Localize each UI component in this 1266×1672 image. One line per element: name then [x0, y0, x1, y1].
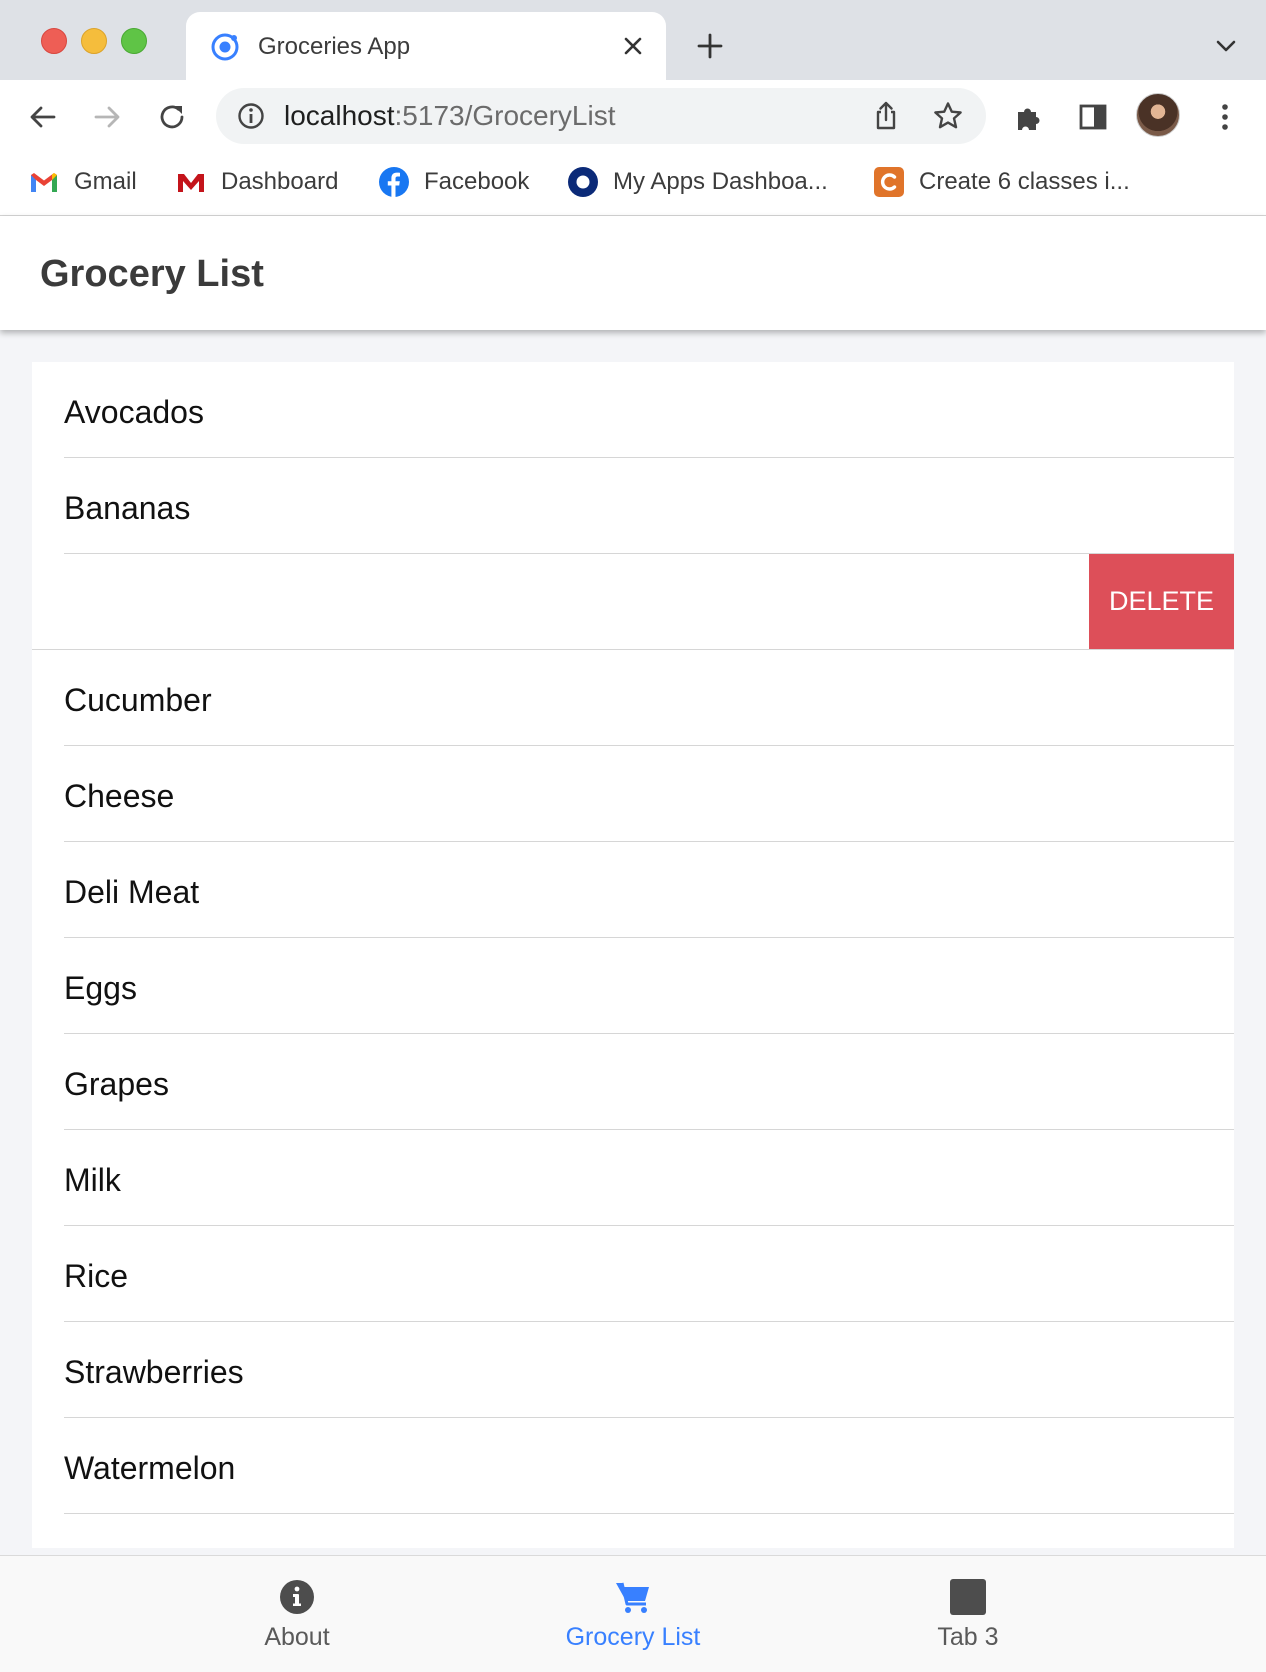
tab-strip: Groceries App: [0, 0, 1266, 80]
content-area: Avocados Bananas DELETE Cucumber Cheese …: [0, 330, 1266, 1555]
tab-grocery-list[interactable]: Grocery List: [533, 1556, 733, 1666]
bookmark-facebook[interactable]: Facebook: [378, 162, 529, 202]
list-item[interactable]: Eggs: [32, 938, 1234, 1034]
bookmark-label: Gmail: [74, 168, 137, 195]
tab-about[interactable]: About: [197, 1556, 397, 1666]
item-label: Milk: [64, 1162, 121, 1198]
list-item-swiped[interactable]: DELETE: [32, 554, 1234, 650]
url-path: :5173/GroceryList: [394, 100, 616, 131]
bookmark-label: Create 6 classes i...: [919, 168, 1130, 195]
tab-label: Tab 3: [937, 1623, 999, 1651]
tab-title: Groceries App: [258, 33, 411, 60]
list-item[interactable]: Cheese: [32, 746, 1234, 842]
item-label: Grapes: [64, 1066, 169, 1102]
maximize-window-button[interactable]: [121, 28, 147, 54]
browser-tab[interactable]: Groceries App: [186, 12, 666, 80]
item-label: Rice: [64, 1258, 129, 1294]
cart-icon: [616, 1582, 649, 1613]
info-icon: [280, 1580, 314, 1614]
item-label: Cheese: [64, 778, 175, 814]
page-title: Grocery List: [40, 253, 264, 295]
list-item[interactable]: Avocados: [32, 362, 1234, 458]
back-arrow-icon[interactable]: [26, 100, 60, 134]
new-tab-icon[interactable]: [694, 30, 726, 62]
item-label: Bananas: [64, 490, 191, 526]
url-text[interactable]: localhost:5173/GroceryList: [284, 101, 616, 131]
list-item[interactable]: Deli Meat: [32, 842, 1234, 938]
close-window-button[interactable]: [41, 28, 67, 54]
tab-label: About: [264, 1623, 330, 1651]
bookmarks-bar: Gmail Dashboard Facebook My Apps Dashboa…: [0, 152, 1266, 216]
chevron-down-icon[interactable]: [1212, 34, 1240, 58]
grocery-list: Avocados Bananas DELETE Cucumber Cheese …: [32, 362, 1234, 1548]
myapps-icon: [568, 167, 598, 197]
address-bar[interactable]: localhost:5173/GroceryList: [216, 88, 986, 144]
bookmark-myapps[interactable]: My Apps Dashboa...: [567, 162, 828, 202]
share-icon[interactable]: [870, 100, 902, 132]
list-item[interactable]: Grapes: [32, 1034, 1234, 1130]
bookmark-star-icon[interactable]: [932, 100, 964, 132]
delete-button[interactable]: DELETE: [1089, 554, 1234, 649]
bookmark-create-classes[interactable]: Create 6 classes i...: [873, 162, 1130, 202]
list-item[interactable]: Cucumber: [32, 650, 1234, 746]
more-vert-icon[interactable]: [1208, 100, 1242, 134]
browser-toolbar: localhost:5173/GroceryList: [0, 80, 1266, 152]
ionic-icon: [211, 33, 239, 61]
bookmark-gmail[interactable]: Gmail: [28, 162, 137, 202]
item-label: Avocados: [64, 394, 204, 430]
create-icon: [874, 167, 904, 197]
forward-arrow-icon[interactable]: [90, 100, 124, 134]
site-info-icon[interactable]: [236, 101, 266, 131]
item-label: Watermelon: [64, 1450, 236, 1486]
reload-icon[interactable]: [155, 100, 189, 134]
profile-avatar[interactable]: [1136, 93, 1180, 137]
app-header: Grocery List: [0, 216, 1266, 330]
bookmark-dashboard[interactable]: Dashboard: [175, 162, 338, 202]
gmail-icon: [31, 173, 57, 192]
bookmark-label: Dashboard: [221, 168, 339, 195]
minimize-window-button[interactable]: [81, 28, 107, 54]
bookmark-label: Facebook: [424, 168, 530, 195]
facebook-icon: [379, 167, 409, 197]
tab-bar: About Grocery List Tab 3: [0, 1555, 1266, 1672]
tab-tab3[interactable]: Tab 3: [868, 1556, 1068, 1666]
close-tab-icon[interactable]: [618, 31, 648, 61]
bookmark-label: My Apps Dashboa...: [613, 168, 828, 195]
extensions-puzzle-icon[interactable]: [1012, 100, 1046, 134]
square-icon: [950, 1579, 986, 1615]
dashboard-icon: [178, 174, 204, 192]
item-label: Deli Meat: [64, 874, 200, 910]
browser-window: Groceries App localhost:5173/GroceryList…: [0, 0, 1266, 1672]
tab-label: Grocery List: [565, 1623, 701, 1651]
list-item[interactable]: Rice: [32, 1226, 1234, 1322]
item-label: Strawberries: [64, 1354, 244, 1390]
list-item[interactable]: Bananas: [32, 458, 1234, 554]
side-panel-icon[interactable]: [1076, 100, 1110, 134]
list-item[interactable]: Watermelon: [32, 1418, 1234, 1514]
item-label: Eggs: [64, 970, 137, 1006]
url-host: localhost: [284, 100, 395, 131]
list-item[interactable]: Strawberries: [32, 1322, 1234, 1418]
list-item[interactable]: Milk: [32, 1130, 1234, 1226]
item-label: Cucumber: [64, 682, 212, 718]
